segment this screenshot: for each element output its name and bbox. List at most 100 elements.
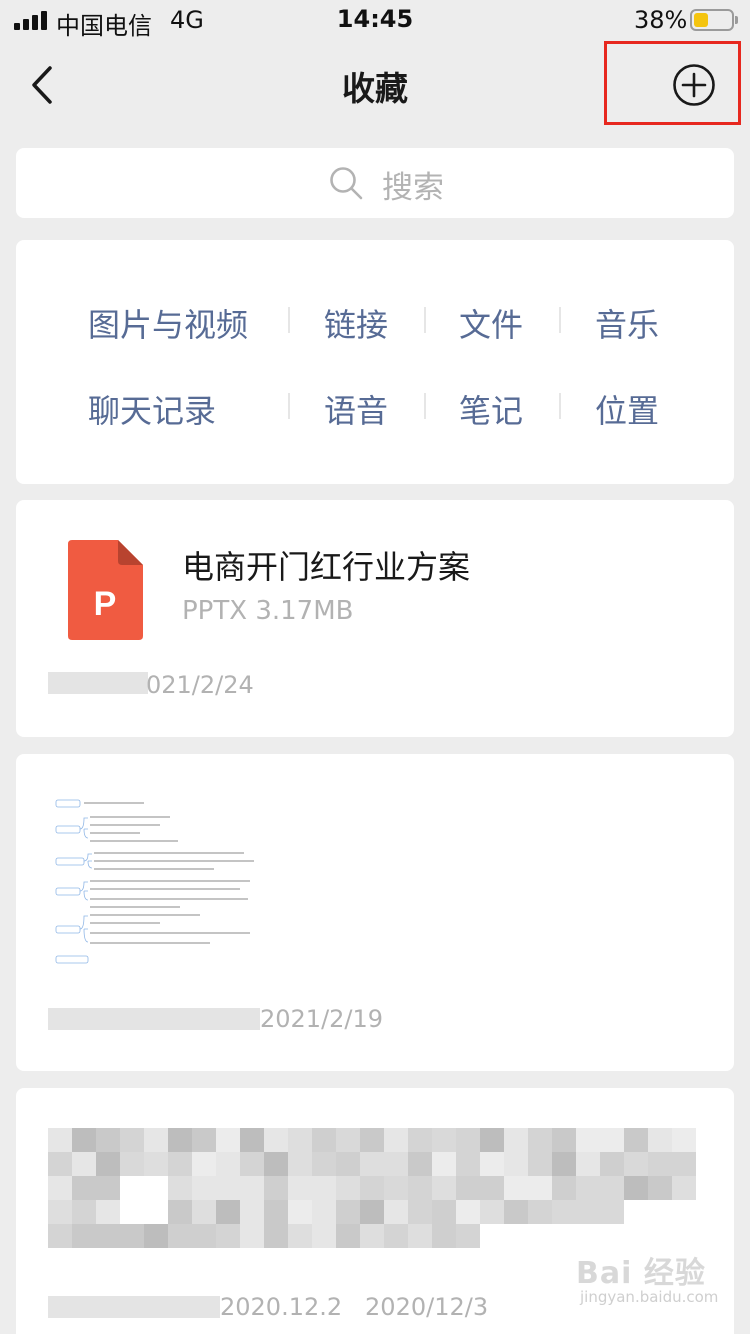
mosaic-cell (432, 1176, 456, 1200)
divider (559, 393, 561, 419)
mosaic-cell (576, 1152, 600, 1176)
mosaic-cell (288, 1176, 312, 1200)
mosaic-cell (504, 1224, 528, 1248)
mosaic-cell (192, 1128, 216, 1152)
mosaic-cell (216, 1128, 240, 1152)
mosaic-cell (456, 1224, 480, 1248)
mosaic-cell (120, 1176, 144, 1200)
plus-circle-icon (673, 64, 715, 106)
mosaic-cell (216, 1176, 240, 1200)
mosaic-cell (240, 1176, 264, 1200)
category-notes[interactable]: 笔记 (459, 386, 523, 432)
mosaic-cell (144, 1128, 168, 1152)
mosaic-cell (312, 1200, 336, 1224)
mosaic-cell (264, 1128, 288, 1152)
file-name: 电商开门红行业方案 (182, 548, 471, 586)
favorite-item-image[interactable]: 2021/2/19 (16, 754, 734, 1071)
mosaic-cell (576, 1224, 600, 1248)
mosaic-cell (672, 1200, 696, 1224)
mosaic-cell (240, 1128, 264, 1152)
mosaic-cell (504, 1152, 528, 1176)
mosaic-cell (408, 1128, 432, 1152)
mosaic-cell (336, 1128, 360, 1152)
battery-icon (690, 9, 738, 31)
mosaic-cell (384, 1200, 408, 1224)
status-bar: 中国电信 4G 14:45 38% (0, 0, 750, 40)
mosaic-cell (624, 1152, 648, 1176)
mosaic-cell (672, 1152, 696, 1176)
mosaic-cell (600, 1224, 624, 1248)
mosaic-cell (384, 1176, 408, 1200)
mosaic-cell (312, 1224, 336, 1248)
mosaic-cell (408, 1200, 432, 1224)
search-bar[interactable]: 搜索 (16, 148, 734, 218)
mosaic-cell (504, 1176, 528, 1200)
mosaic-cell (360, 1200, 384, 1224)
item-date: 021/2/24 (146, 671, 254, 699)
mosaic-cell (360, 1152, 384, 1176)
category-chat-history[interactable]: 聊天记录 (88, 386, 216, 432)
mosaic-cell (264, 1200, 288, 1224)
divider (559, 307, 561, 333)
search-icon (330, 167, 363, 200)
mosaic-cell (216, 1200, 240, 1224)
mosaic-cell (480, 1200, 504, 1224)
mosaic-cell (504, 1200, 528, 1224)
mosaic-cell (576, 1128, 600, 1152)
mosaic-cell (408, 1224, 432, 1248)
mosaic-cell (288, 1152, 312, 1176)
mosaic-cell (312, 1128, 336, 1152)
mosaic-cell (48, 1224, 72, 1248)
mosaic-cell (528, 1224, 552, 1248)
mosaic-cell (432, 1224, 456, 1248)
mosaic-cell (504, 1128, 528, 1152)
search-placeholder: 搜索 (382, 170, 444, 206)
mosaic-cell (672, 1176, 696, 1200)
mosaic-cell (480, 1152, 504, 1176)
category-files[interactable]: 文件 (459, 300, 523, 346)
mosaic-cell (144, 1176, 168, 1200)
file-meta: PPTX 3.17MB (182, 596, 354, 626)
mosaic-cell (264, 1176, 288, 1200)
mosaic-cell (648, 1128, 672, 1152)
divider (288, 307, 290, 333)
mosaic-cell (552, 1128, 576, 1152)
mosaic-cell (552, 1224, 576, 1248)
mosaic-cell (48, 1200, 72, 1224)
divider (424, 393, 426, 419)
category-voice[interactable]: 语音 (324, 386, 388, 432)
mosaic-cell (528, 1176, 552, 1200)
mosaic-cell (624, 1128, 648, 1152)
baidu-watermark: Bai 经验 jingyan.baidu.com (576, 1248, 736, 1318)
mosaic-cell (144, 1224, 168, 1248)
mosaic-cell (576, 1200, 600, 1224)
item-date: 2020.12.2 2020/12/3 (220, 1293, 489, 1321)
mosaic-cell (312, 1176, 336, 1200)
blurred-source (48, 1296, 220, 1318)
mosaic-cell (96, 1176, 120, 1200)
mosaic-cell (624, 1224, 648, 1248)
mosaic-cell (96, 1200, 120, 1224)
mosaic-cell (408, 1152, 432, 1176)
item-date: 2021/2/19 (260, 1005, 384, 1033)
mosaic-cell (624, 1200, 648, 1224)
mosaic-cell (600, 1128, 624, 1152)
mosaic-cell (528, 1152, 552, 1176)
pptx-letter: P (94, 585, 117, 623)
mosaic-cell (336, 1224, 360, 1248)
mosaic-cell (144, 1152, 168, 1176)
mosaic-cell (144, 1200, 168, 1224)
mosaic-cell (288, 1128, 312, 1152)
category-links[interactable]: 链接 (324, 300, 388, 346)
mosaic-cell (528, 1200, 552, 1224)
mosaic-cell (264, 1152, 288, 1176)
mosaic-cell (72, 1224, 96, 1248)
mosaic-cell (240, 1224, 264, 1248)
category-location[interactable]: 位置 (595, 386, 659, 432)
category-panel: 图片与视频 链接 文件 音乐 聊天记录 语音 笔记 位置 (16, 240, 734, 484)
add-favorite-button[interactable] (672, 63, 716, 107)
category-music[interactable]: 音乐 (595, 300, 659, 346)
favorite-item-file[interactable]: P 电商开门红行业方案 PPTX 3.17MB 021/2/24 (16, 500, 734, 737)
category-photos-videos[interactable]: 图片与视频 (88, 300, 248, 346)
mosaic-cell (240, 1152, 264, 1176)
